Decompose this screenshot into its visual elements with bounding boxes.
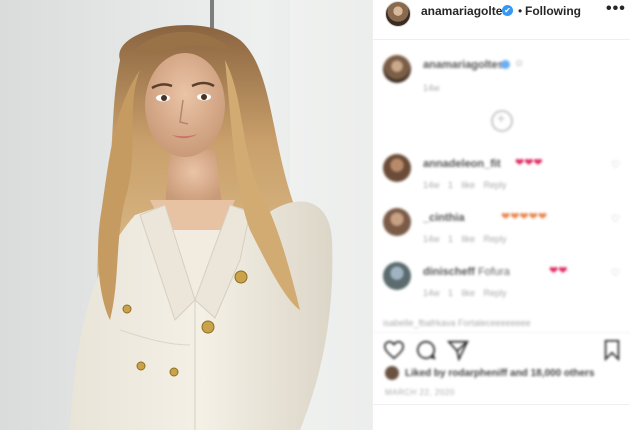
comment-emoji: ❤❤❤❤❤ — [501, 211, 548, 223]
share-icon[interactable] — [447, 339, 469, 361]
caption-avatar[interactable] — [383, 55, 411, 83]
comment-item: annadeleon_fit ❤❤❤ 14w 1 like Reply ♡ — [383, 154, 623, 194]
header-username[interactable]: anamariagoltes — [421, 4, 509, 18]
comment-username-text[interactable]: dinischeff — [423, 266, 475, 278]
heart-icon[interactable] — [383, 339, 405, 361]
comment-icon[interactable] — [415, 339, 437, 361]
comment-meta: 14w 1 like Reply — [423, 234, 507, 244]
comment-username[interactable]: dinischeff Fofura — [423, 266, 510, 278]
comment-avatar[interactable] — [383, 262, 411, 290]
likes-summary[interactable]: Liked by rodarpheniff and 18,000 others — [385, 366, 625, 382]
more-options-icon[interactable]: ••• — [606, 0, 626, 18]
add-comment-area[interactable] — [373, 404, 630, 430]
following-button[interactable]: Following — [525, 4, 581, 18]
post-photo[interactable] — [0, 0, 372, 430]
portrait-photo — [70, 0, 372, 430]
caption-username[interactable]: anamariagoltes — [423, 59, 504, 71]
separator-dot: • — [518, 4, 523, 18]
comment-like-icon[interactable]: ♡ — [611, 268, 620, 279]
comment-item: dinischeff Fofura ❤❤ 14w 1 like Reply ♡ — [383, 262, 623, 302]
comment-username[interactable]: annadeleon_fit — [423, 158, 501, 170]
load-more-icon[interactable] — [491, 110, 513, 132]
bookmark-icon[interactable] — [601, 339, 623, 361]
verified-icon: ✔ — [502, 5, 513, 16]
caption-emoji: ☺ — [514, 58, 525, 69]
post-header: anamariagoltes ✔ • Following ••• — [373, 0, 630, 40]
caption-verified-icon — [501, 60, 510, 69]
avatar[interactable] — [385, 1, 411, 27]
comment-emoji: ❤❤ — [549, 265, 568, 277]
comment-username[interactable]: _cinthia — [423, 212, 465, 224]
comment-avatar[interactable] — [383, 154, 411, 182]
liker-avatar — [385, 366, 399, 380]
post-details-pane: anamariagoltes ✔ • Following ••• anamari… — [372, 0, 630, 430]
comment-like-icon[interactable]: ♡ — [611, 160, 620, 171]
comment-item: _cinthia ❤❤❤❤❤ 14w 1 like Reply ♡ — [383, 208, 623, 248]
comment-emoji: ❤❤❤ — [515, 157, 543, 169]
caption-timestamp: 14w — [423, 83, 440, 93]
post-date: MARCH 22, 2020 — [385, 388, 455, 397]
comment-like-icon[interactable]: ♡ — [611, 214, 620, 225]
comment-text: Fofura — [478, 266, 510, 278]
comment-avatar[interactable] — [383, 208, 411, 236]
likes-text[interactable]: Liked by rodarpheniff and 18,000 others — [405, 368, 595, 379]
comment-meta: 14w 1 like Reply — [423, 180, 507, 190]
action-bar — [373, 332, 630, 366]
truncated-comment: isabelle_fbafrkava Fortaleceeeeeeee — [383, 318, 531, 328]
comment-meta: 14w 1 like Reply — [423, 288, 507, 298]
